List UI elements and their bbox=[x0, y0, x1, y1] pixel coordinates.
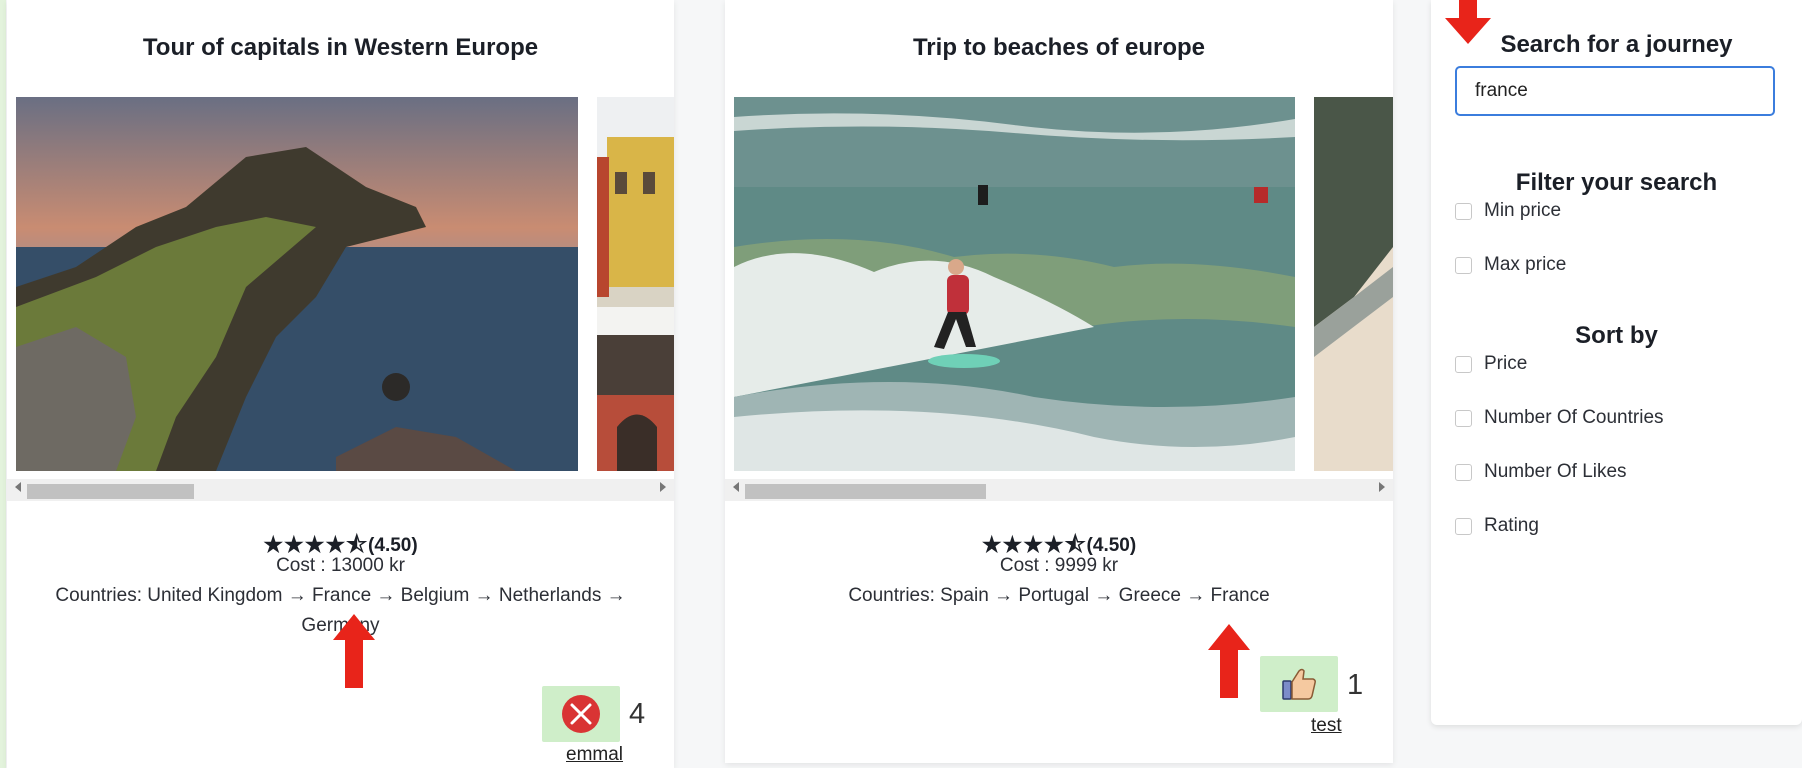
surfer-photo bbox=[734, 97, 1295, 471]
close-circle-icon bbox=[562, 695, 600, 733]
like-button[interactable] bbox=[1260, 656, 1338, 712]
like-count: 4 bbox=[629, 698, 646, 730]
sort-price[interactable]: Price bbox=[1455, 353, 1527, 375]
sort-rating[interactable]: Rating bbox=[1455, 515, 1539, 537]
journey-countries: Countries: Spain → Portugal → Greece → F… bbox=[848, 585, 1270, 606]
filter-min-price[interactable]: Min price bbox=[1455, 200, 1561, 222]
journey-card: Trip to beaches of europe ★★★★⯪(4.50) Co… bbox=[725, 0, 1393, 763]
journey-title: Trip to beaches of europe bbox=[912, 34, 1206, 61]
scroll-right-arrow-icon[interactable] bbox=[1379, 482, 1385, 492]
beach-photo bbox=[1314, 97, 1393, 471]
filter-max-price[interactable]: Max price bbox=[1455, 254, 1566, 276]
author-link[interactable]: test bbox=[1311, 715, 1342, 737]
sort-countries-checkbox[interactable] bbox=[1455, 409, 1472, 427]
journey-card: Tour of capitals in Western Europe ★★★★⯪… bbox=[7, 0, 674, 768]
cliff-photo bbox=[16, 97, 578, 471]
sort-heading: Sort by bbox=[1575, 322, 1658, 349]
image-gallery[interactable] bbox=[734, 97, 1393, 471]
scroll-thumb[interactable] bbox=[27, 484, 194, 499]
image-gallery[interactable] bbox=[16, 97, 674, 471]
sort-number-of-likes[interactable]: Number Of Likes bbox=[1455, 461, 1627, 483]
journey-cost: Cost : 13000 kr bbox=[276, 555, 405, 576]
gallery-scrollbar[interactable] bbox=[725, 479, 1393, 501]
unlike-button[interactable] bbox=[542, 686, 620, 742]
scroll-left-arrow-icon[interactable] bbox=[15, 482, 21, 492]
sort-number-of-countries[interactable]: Number Of Countries bbox=[1455, 407, 1664, 429]
sort-likes-checkbox[interactable] bbox=[1455, 463, 1472, 481]
page-edge bbox=[0, 0, 6, 768]
sort-rating-label: Rating bbox=[1484, 515, 1539, 536]
scroll-right-arrow-icon[interactable] bbox=[660, 482, 666, 492]
author-link[interactable]: emmal bbox=[566, 744, 623, 766]
annotation-arrow-down-icon bbox=[1445, 0, 1491, 44]
filter-heading: Filter your search bbox=[1515, 169, 1718, 196]
max-price-label: Max price bbox=[1484, 254, 1567, 275]
sort-price-label: Price bbox=[1484, 353, 1528, 374]
journey-title: Tour of capitals in Western Europe bbox=[142, 34, 539, 61]
min-price-label: Min price bbox=[1484, 200, 1562, 221]
annotation-arrow-up-icon bbox=[333, 614, 375, 688]
max-price-checkbox[interactable] bbox=[1455, 256, 1472, 274]
sort-countries-label: Number Of Countries bbox=[1484, 407, 1664, 428]
like-count: 1 bbox=[1347, 669, 1364, 701]
search-input[interactable] bbox=[1455, 66, 1775, 116]
search-sidebar: Search for a journey Filter your search … bbox=[1431, 0, 1802, 725]
sort-price-checkbox[interactable] bbox=[1455, 355, 1472, 373]
scroll-left-arrow-icon[interactable] bbox=[733, 482, 739, 492]
sort-rating-checkbox[interactable] bbox=[1455, 517, 1472, 535]
scroll-thumb[interactable] bbox=[745, 484, 986, 499]
gallery-scrollbar[interactable] bbox=[7, 479, 674, 501]
thumbs-up-icon bbox=[1282, 668, 1316, 700]
min-price-checkbox[interactable] bbox=[1455, 202, 1472, 220]
annotation-arrow-up-icon bbox=[1208, 624, 1250, 698]
journey-cost: Cost : 9999 kr bbox=[999, 555, 1119, 576]
sort-likes-label: Number Of Likes bbox=[1484, 461, 1627, 482]
street-photo bbox=[597, 97, 674, 471]
